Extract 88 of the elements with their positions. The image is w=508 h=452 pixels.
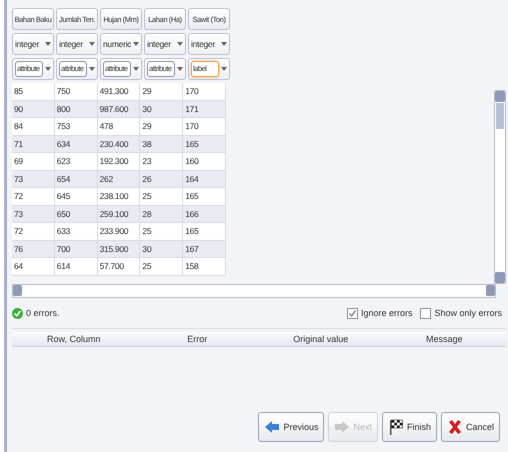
table-cell: 73 — [12, 170, 55, 187]
table-cell: 25 — [140, 258, 184, 274]
table-cell: 28 — [140, 206, 184, 222]
table-cell: 614 — [54, 258, 98, 274]
table-cell: 64 — [12, 258, 55, 274]
table-cell: 750 — [54, 83, 98, 100]
table-cell: 57.700 — [98, 258, 140, 274]
column-header[interactable]: Original value — [259, 334, 382, 344]
table-cell: 29 — [140, 83, 184, 100]
column-header[interactable]: Error — [136, 334, 259, 344]
type-dropdown[interactable]: integer — [12, 33, 54, 55]
table-cell: 165 — [183, 188, 226, 204]
table-cell: 30 — [140, 100, 184, 117]
table-cell: 259.100 — [98, 206, 140, 222]
table-cell: 645 — [54, 188, 98, 204]
caret-icon — [133, 67, 139, 71]
caret-icon — [133, 42, 140, 46]
checkered-flag-icon — [388, 419, 404, 435]
table-cell: 654 — [54, 170, 98, 187]
table-cell: 76 — [12, 240, 55, 257]
wizard-button[interactable]: Previous — [258, 412, 324, 442]
table-cell: 25 — [140, 223, 184, 240]
table-cell: 634 — [54, 136, 98, 152]
table-cell: 23 — [140, 153, 184, 170]
table-cell: 170 — [183, 118, 226, 134]
caret-icon — [89, 67, 95, 71]
checkbox[interactable] — [420, 308, 432, 318]
type-dropdown[interactable]: numeric — [100, 33, 142, 55]
caret-icon — [177, 67, 183, 71]
caret-icon — [45, 67, 51, 71]
left-arrow-icon — [264, 420, 280, 434]
caret-icon — [221, 67, 227, 71]
type-dropdown[interactable]: integer — [144, 33, 186, 55]
table-cell: 315.900 — [98, 240, 140, 257]
table-cell: 800 — [54, 100, 98, 117]
table-cell: 633 — [54, 223, 98, 240]
table-cell: 167 — [183, 240, 226, 257]
table-cell: 73 — [12, 206, 55, 222]
table-cell: 170 — [183, 83, 226, 100]
type-dropdown[interactable]: integer — [56, 33, 98, 55]
table-cell: 623 — [54, 153, 98, 170]
checkbox-label[interactable]: Show only errors — [434, 308, 502, 318]
table-cell: 166 — [183, 206, 226, 222]
type-dropdown[interactable]: integer — [188, 33, 230, 55]
table-cell: 650 — [54, 206, 98, 222]
table-cell: 491.300 — [98, 83, 140, 100]
checkbox-label[interactable]: Ignore errors — [360, 308, 412, 318]
table-cell: 987.600 — [98, 100, 140, 117]
table-cell: 72 — [12, 223, 55, 240]
table-cell: 160 — [183, 153, 226, 170]
table-cell: 25 — [140, 188, 184, 204]
caret-icon — [45, 42, 51, 46]
table-cell: 158 — [183, 258, 226, 274]
vertical-scrollbar[interactable] — [494, 90, 506, 284]
table-cell: 69 — [12, 153, 55, 170]
table-cell: 753 — [54, 118, 98, 134]
table-cell: 72 — [12, 188, 55, 204]
caret-icon — [221, 42, 227, 46]
wizard-button[interactable]: Finish — [382, 412, 437, 442]
table-cell: 478 — [98, 118, 140, 134]
table-cell: 238.100 — [98, 188, 140, 204]
table-cell: 165 — [183, 223, 226, 240]
table-cell: 30 — [140, 240, 184, 257]
table-cell: 90 — [12, 100, 55, 117]
table-cell: 84 — [12, 118, 55, 134]
checkbox[interactable] — [346, 308, 358, 318]
table-cell: 38 — [140, 136, 184, 152]
table-cell: 230.400 — [98, 136, 140, 152]
cross-icon — [446, 419, 463, 435]
right-arrow-icon — [334, 420, 350, 434]
caret-icon — [89, 42, 95, 46]
table-cell: 262 — [98, 170, 140, 187]
table-cell: 29 — [140, 118, 184, 134]
caret-icon — [177, 42, 183, 46]
status-text: 0 errors. — [26, 308, 60, 318]
table-cell: 700 — [54, 240, 98, 257]
table-cell: 171 — [183, 100, 226, 117]
table-cell: 164 — [183, 170, 226, 187]
horizontal-scrollbar[interactable] — [12, 284, 496, 298]
table-cell: 85 — [12, 83, 55, 100]
table-cell: 233.900 — [98, 223, 140, 240]
column-header[interactable]: Row, Column — [12, 334, 136, 344]
table-cell: 165 — [183, 136, 226, 152]
wizard-button[interactable]: Cancel — [440, 412, 500, 442]
table-cell: 192.300 — [98, 153, 140, 170]
table-cell: 26 — [140, 170, 184, 187]
table-cell: 71 — [12, 136, 55, 152]
column-header[interactable]: Message — [382, 334, 506, 344]
